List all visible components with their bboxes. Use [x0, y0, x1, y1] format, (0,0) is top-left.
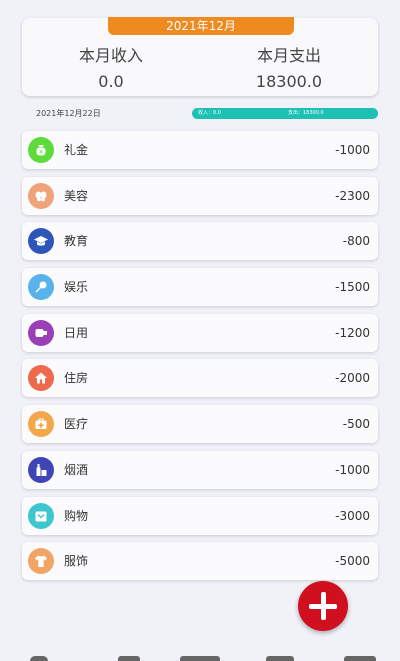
record-category: 购物: [64, 508, 89, 523]
record-category: 娱乐: [64, 280, 89, 295]
record-category: 美容: [64, 188, 89, 203]
record-amount: -800: [342, 234, 370, 249]
record-category: 烟酒: [64, 462, 89, 477]
record-item[interactable]: 住房 -2000: [22, 359, 378, 398]
income-summary: 本月收入 0.0: [22, 46, 200, 92]
record-item[interactable]: 烟酒 -1000: [22, 450, 378, 489]
income-label: 本月收入: [78, 46, 143, 65]
add-record-button[interactable]: [298, 581, 348, 631]
screen: 2021年12月 本月收入 0.0 本月支出 18300.0 2021年12月2…: [0, 0, 400, 661]
nav-stub-4[interactable]: [266, 656, 294, 661]
money-bag-icon: ¥: [28, 137, 54, 163]
record-list: ¥ 礼金 -1000 美容 -2300 教育 -800 娱乐 -1500 日用 …: [22, 131, 378, 588]
house-icon: [28, 365, 54, 392]
day-header: 2021年12月22日 收入：0.0 支出：18300.0: [22, 106, 378, 122]
record-amount: -3000: [335, 508, 370, 523]
record-amount: -1000: [335, 143, 370, 157]
day-date: 2021年12月22日: [36, 109, 101, 118]
record-item[interactable]: 教育 -800: [22, 222, 378, 261]
nav-stub-5[interactable]: [344, 656, 376, 661]
record-category: 日用: [64, 325, 89, 340]
record-item[interactable]: 娱乐 -1500: [22, 268, 378, 307]
svg-text:¥: ¥: [39, 149, 43, 156]
graduation-cap-icon: [28, 228, 54, 255]
shirt-icon: [28, 548, 54, 575]
record-item[interactable]: 服饰 -5000: [22, 542, 378, 581]
nav-stub-3[interactable]: [180, 656, 220, 661]
day-income: 收入：0.0: [198, 110, 221, 116]
record-category: 服饰: [64, 554, 89, 569]
month-selector[interactable]: 2021年12月: [108, 17, 294, 35]
nav-stub-2[interactable]: [118, 656, 140, 661]
expense-summary: 本月支出 18300.0: [200, 46, 378, 92]
record-amount: -2000: [335, 371, 370, 386]
record-category: 教育: [64, 234, 89, 249]
income-value: 0.0: [98, 72, 124, 91]
day-expense: 支出：18300.0: [288, 110, 324, 116]
expense-label: 本月支出: [256, 46, 321, 65]
record-category: 医疗: [64, 417, 89, 432]
month-summary-card: 2021年12月 本月收入 0.0 本月支出 18300.0: [22, 17, 378, 96]
record-item[interactable]: 美容 -2300: [22, 176, 378, 215]
record-amount: -5000: [335, 554, 370, 569]
record-amount: -1500: [335, 280, 370, 295]
record-category: 住房: [64, 371, 89, 386]
tissue-icon: [28, 319, 54, 346]
record-amount: -1000: [335, 462, 370, 477]
record-item[interactable]: 日用 -1200: [22, 313, 378, 352]
medical-kit-icon: [28, 411, 54, 438]
record-item[interactable]: 购物 -3000: [22, 496, 378, 535]
microphone-icon: [28, 274, 54, 301]
record-item[interactable]: 医疗 -500: [22, 405, 378, 444]
shopping-bag-icon: [28, 502, 54, 529]
day-total-badge: 收入：0.0 支出：18300.0: [192, 108, 378, 119]
expense-value: 18300.0: [255, 72, 323, 91]
nav-stub-1[interactable]: [30, 656, 48, 661]
record-amount: -1200: [335, 325, 370, 340]
record-item[interactable]: ¥ 礼金 -1000: [22, 131, 378, 169]
bottle-icon: [28, 456, 54, 483]
butterfly-icon: [28, 182, 54, 209]
record-amount: -2300: [335, 188, 370, 203]
record-amount: -500: [342, 417, 370, 432]
record-category: 礼金: [64, 143, 89, 157]
